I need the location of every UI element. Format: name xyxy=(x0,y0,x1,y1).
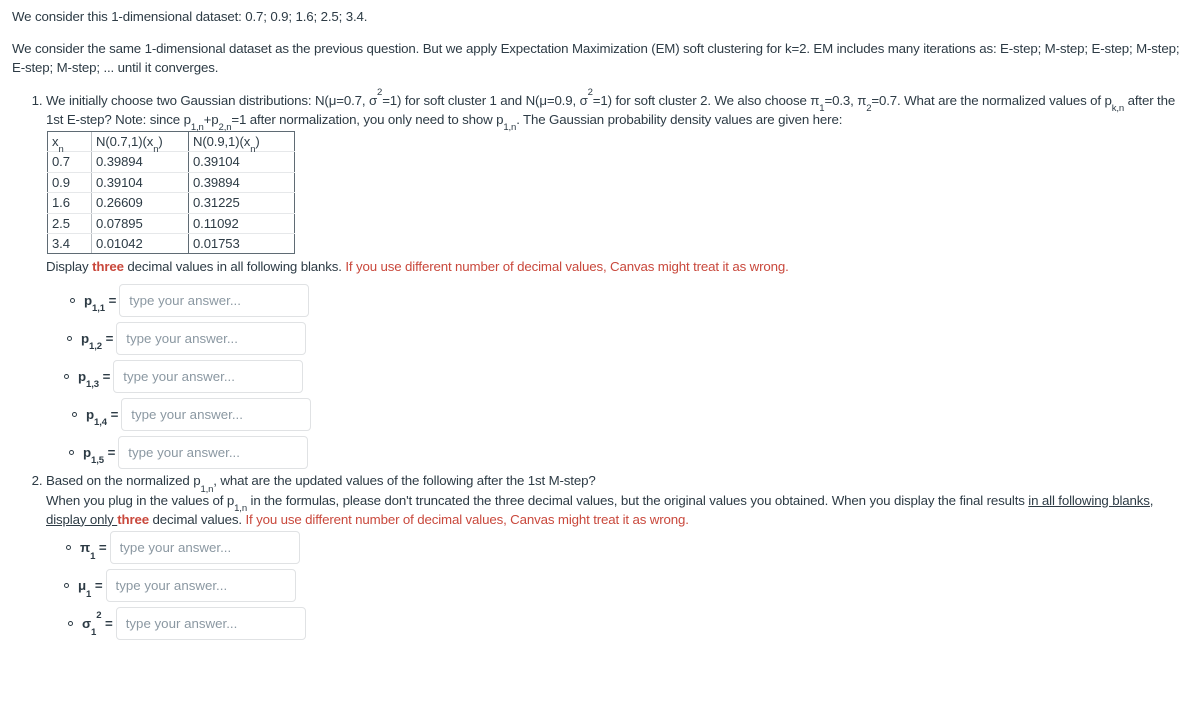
blank-row-p14: p1,4 = xyxy=(46,395,1188,433)
q2-text-seg-d: in the formulas, please don't truncated … xyxy=(246,492,1029,508)
density-table-body: xn N(0.7,1)(xn) N(0.9,1)(xn) 0.7 0.39894… xyxy=(47,130,295,255)
table-row: 0.9 0.39104 0.39894 xyxy=(47,171,295,194)
cell-n07: 0.39894 xyxy=(91,151,189,173)
q2-text-seg-b: , what are the updated values of the fol… xyxy=(213,473,596,489)
decimal-instruction: Display three decimal values in all foll… xyxy=(46,257,1188,276)
cell-n07: 0.07895 xyxy=(91,212,189,234)
circle-bullet-icon xyxy=(69,449,74,455)
cell-n07: 0.26609 xyxy=(91,192,189,214)
circle-bullet-icon xyxy=(70,297,75,303)
q1-text-seg-a: We initially choose two Gaussian distrib… xyxy=(46,92,378,108)
q1-text-seg-b: =1) for soft cluster 1 and N(μ=0.9, σ xyxy=(382,92,588,108)
q2-text-seg-e: decimal values. xyxy=(149,511,246,527)
cell-xn: 0.9 xyxy=(47,171,92,194)
q1-p1n-sub-a: 1,n xyxy=(190,122,204,134)
decimal-instruction-warning: If you use different number of decimal v… xyxy=(345,259,789,275)
answer-input-p14[interactable] xyxy=(121,397,312,431)
q1-pi2-sub: 2 xyxy=(866,102,872,114)
circle-bullet-icon xyxy=(68,621,73,627)
answer-input-p13[interactable] xyxy=(113,359,304,393)
blank-row-p15: p1,5 = xyxy=(46,433,1188,471)
question-1: We initially choose two Gaussian distrib… xyxy=(46,87,1188,472)
cell-n07: 0.01042 xyxy=(91,232,189,255)
question-2-text: Based on the normalized p1,n, what are t… xyxy=(46,471,1188,528)
blank-label-p15: p1,5 = xyxy=(83,444,116,467)
blank-label-sigma1sq: σ12 = xyxy=(82,610,113,638)
question-1-blank-list: p1,1 = p1,2 = p1,3 = p1,4 = xyxy=(46,281,1188,471)
intro-em-description: We consider the same 1-dimensional datas… xyxy=(12,40,1180,75)
circle-bullet-icon xyxy=(64,373,69,379)
question-list: We initially choose two Gaussian distrib… xyxy=(12,87,1188,643)
cell-n09: 0.11092 xyxy=(188,212,295,234)
table-row: 3.4 0.01042 0.01753 xyxy=(47,232,295,255)
blank-row-p12: p1,2 = xyxy=(46,319,1188,357)
q1-text-seg-g: +p xyxy=(203,111,219,127)
question-1-text: We initially choose two Gaussian distrib… xyxy=(46,87,1188,132)
answer-input-mu1[interactable] xyxy=(105,569,296,603)
q1-p2n-sub: 2,n xyxy=(218,122,232,134)
q1-pkn-sub: k,n xyxy=(1111,102,1125,114)
answer-input-pi1[interactable] xyxy=(109,531,300,565)
table-row: 2.5 0.07895 0.11092 xyxy=(47,212,295,234)
cell-n09: 0.31225 xyxy=(188,192,295,214)
gaussian-density-table: xn N(0.7,1)(xn) N(0.9,1)(xn) 0.7 0.39894… xyxy=(47,130,295,255)
circle-bullet-icon xyxy=(64,583,69,589)
answer-input-p12[interactable] xyxy=(116,321,307,355)
cell-xn: 3.4 xyxy=(47,232,92,255)
cell-xn: 2.5 xyxy=(47,212,92,234)
blank-label-p14: p1,4 = xyxy=(86,406,119,429)
blank-label-p13: p1,3 = xyxy=(78,368,111,391)
answer-input-p15[interactable] xyxy=(118,435,309,469)
blank-row-sigma1sq: σ12 = xyxy=(46,605,1188,643)
circle-bullet-icon xyxy=(66,545,71,551)
header-cell-n09: N(0.9,1)(xn) xyxy=(188,130,295,153)
blank-row-p13: p1,3 = xyxy=(46,357,1188,395)
q2-emphasis: three xyxy=(117,511,149,527)
cell-n09: 0.01753 xyxy=(188,232,295,255)
cell-xn: 1.6 xyxy=(47,192,92,214)
decimal-instruction-emphasis: three xyxy=(92,259,124,275)
q1-text-seg-h: =1 after normalization, you only need to… xyxy=(231,111,504,127)
q2-warning: If you use different number of decimal v… xyxy=(245,511,689,527)
quiz-page: We consider this 1-dimensional dataset: … xyxy=(0,0,1200,711)
intro-dataset-line: We consider this 1-dimensional dataset: … xyxy=(12,9,368,24)
table-row: 0.7 0.39894 0.39104 xyxy=(47,151,295,173)
answer-input-sigma1sq[interactable] xyxy=(115,607,306,641)
q1-text-seg-e: =0.7. What are the normalized values of … xyxy=(871,92,1112,108)
cell-n09: 0.39894 xyxy=(188,171,295,194)
question-2-blank-list: π1 = μ1 = σ12 = xyxy=(46,529,1188,643)
circle-bullet-icon xyxy=(72,411,77,417)
blank-label-pi1: π1 = xyxy=(80,540,107,562)
header-cell-xn: xn xyxy=(47,130,92,153)
question-2: Based on the normalized p1,n, what are t… xyxy=(46,471,1188,642)
decimal-instruction-lead: Display xyxy=(46,259,93,275)
blank-label-p11: p1,1 = xyxy=(84,292,117,315)
blank-row-p11: p1,1 = xyxy=(46,281,1188,319)
q1-text-seg-d: =0.3, π xyxy=(824,92,867,108)
circle-bullet-icon xyxy=(67,335,72,341)
q1-sigma-sq-2: 2 xyxy=(587,86,593,98)
cell-xn: 0.7 xyxy=(47,151,92,173)
q1-text-seg-i: . The Gaussian probability density value… xyxy=(516,111,843,127)
q2-text-seg-a: Based on the normalized p xyxy=(46,473,201,489)
cell-n07: 0.39104 xyxy=(91,171,189,194)
q2-p1n-sub-a: 1,n xyxy=(200,483,214,495)
q1-sigma-sq-1: 2 xyxy=(377,86,383,98)
answer-input-p11[interactable] xyxy=(119,283,310,317)
q1-pi1-sub: 1 xyxy=(819,102,825,114)
decimal-instruction-mid: decimal values in all following blanks. xyxy=(123,259,346,275)
blank-label-mu1: μ1 = xyxy=(78,578,103,600)
blank-label-p12: p1,2 = xyxy=(81,330,114,353)
cell-n09: 0.39104 xyxy=(188,151,295,173)
blank-row-mu1: μ1 = xyxy=(46,567,1188,605)
table-header-row: xn N(0.7,1)(xn) N(0.9,1)(xn) xyxy=(47,130,295,153)
q1-text-seg-c: =1) for soft cluster 2. We also choose π xyxy=(592,92,820,108)
q2-p1n-sub-b: 1,n xyxy=(234,502,247,514)
blank-row-pi1: π1 = xyxy=(46,529,1188,567)
table-row: 1.6 0.26609 0.31225 xyxy=(47,192,295,214)
q1-p1n-sub-b: 1,n xyxy=(503,122,517,134)
header-cell-n07: N(0.7,1)(xn) xyxy=(91,130,189,153)
